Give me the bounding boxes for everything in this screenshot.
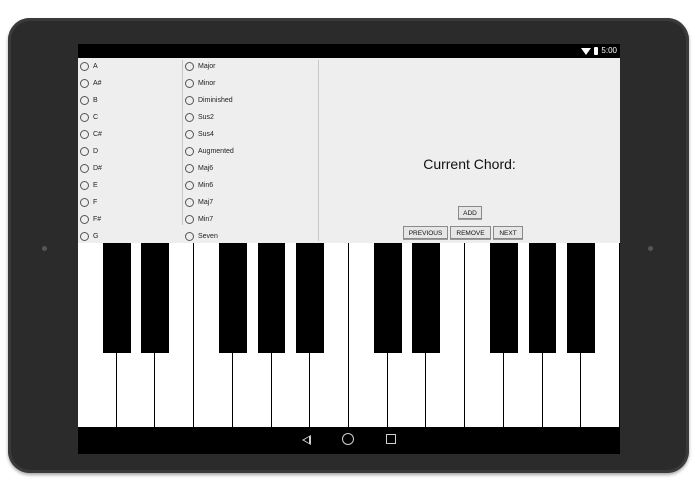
home-icon[interactable] <box>342 433 354 445</box>
status-bar: 5:00 <box>78 44 620 58</box>
black-key[interactable] <box>141 243 170 353</box>
chord-type-option-label: Maj6 <box>198 164 214 172</box>
radio-button-icon[interactable] <box>185 129 194 139</box>
piano-keyboard <box>78 243 620 427</box>
chord-type-option-label: Seven <box>198 232 218 240</box>
note-option[interactable]: C <box>80 109 98 125</box>
chord-type-option-label: Diminished <box>198 96 233 104</box>
black-key[interactable] <box>257 243 286 353</box>
navigation-bar <box>78 427 620 454</box>
note-option-label: A# <box>93 79 102 87</box>
black-key[interactable] <box>567 243 596 353</box>
chord-type-option[interactable]: Min6 <box>185 177 213 193</box>
note-option[interactable]: A <box>80 58 98 74</box>
add-button[interactable]: ADD <box>458 206 482 219</box>
chord-type-option-label: Maj7 <box>198 198 214 206</box>
radio-button-icon[interactable] <box>80 61 89 71</box>
note-option-label: B <box>93 96 98 104</box>
chord-type-option-label: Minor <box>198 79 216 87</box>
black-key[interactable] <box>528 243 557 353</box>
camera-icon <box>42 246 47 251</box>
black-key[interactable] <box>373 243 402 353</box>
radio-button-icon[interactable] <box>185 95 194 105</box>
chord-type-option[interactable]: Sus2 <box>185 109 214 125</box>
note-option[interactable]: E <box>80 177 98 193</box>
radio-button-icon[interactable] <box>80 163 89 173</box>
note-option-label: D# <box>93 164 102 172</box>
chord-type-radio-group: Major Minor Diminished Sus2 Sus4 Augmented Maj… <box>183 58 318 243</box>
chord-type-option[interactable]: Seven <box>185 228 218 244</box>
black-key[interactable] <box>218 243 247 353</box>
radio-button-icon[interactable] <box>185 112 194 122</box>
chord-type-option-label: Min7 <box>198 215 214 223</box>
chord-type-option[interactable]: Sus4 <box>185 126 214 142</box>
radio-button-icon[interactable] <box>80 146 89 156</box>
recents-icon[interactable] <box>386 434 396 444</box>
note-option-label: F# <box>93 215 102 223</box>
battery-icon <box>594 47 599 55</box>
remove-button[interactable]: REMOVE <box>450 226 491 239</box>
next-button[interactable]: NEXT <box>493 226 523 239</box>
radio-button-icon[interactable] <box>185 163 194 173</box>
chord-type-option[interactable]: Major <box>185 58 216 74</box>
chord-type-option-label: Major <box>198 62 216 70</box>
radio-button-icon[interactable] <box>185 78 194 88</box>
radio-button-icon[interactable] <box>185 180 194 190</box>
radio-button-icon[interactable] <box>80 214 89 224</box>
chord-type-option-label: Sus2 <box>198 113 214 121</box>
app-content: A A# B C C# D D# E F F# G Major Minor Diminished Sus2… <box>78 58 620 243</box>
radio-button-icon[interactable] <box>80 112 89 122</box>
radio-button-icon[interactable] <box>185 197 194 207</box>
radio-button-icon[interactable] <box>80 231 89 241</box>
radio-button-icon[interactable] <box>185 231 194 241</box>
note-radio-group: A A# B C C# D D# E F F# G <box>78 58 182 243</box>
chord-type-option[interactable]: Diminished <box>185 92 233 108</box>
radio-button-icon[interactable] <box>80 197 89 207</box>
note-option[interactable]: A# <box>80 75 102 91</box>
note-option[interactable]: F <box>80 194 97 210</box>
black-key[interactable] <box>102 243 131 353</box>
note-option-label: A <box>93 62 98 70</box>
radio-button-icon[interactable] <box>185 61 194 71</box>
chord-type-option[interactable]: Augmented <box>185 143 234 159</box>
back-icon[interactable] <box>302 435 311 445</box>
chord-type-option[interactable]: Min7 <box>185 211 213 227</box>
note-option-label: E <box>93 181 98 189</box>
note-option-label: G <box>93 232 99 240</box>
chord-type-option-label: Augmented <box>198 147 234 155</box>
sensor-icon <box>648 246 653 251</box>
chord-type-option-label: Sus4 <box>198 130 214 138</box>
note-option[interactable]: C# <box>80 126 102 142</box>
black-key[interactable] <box>489 243 518 353</box>
wifi-icon <box>581 47 592 55</box>
chord-type-option[interactable]: Maj6 <box>185 160 213 176</box>
current-chord-label: Current Chord: <box>423 156 516 172</box>
chord-type-option[interactable]: Maj7 <box>185 194 213 210</box>
chord-panel: Current Chord: ADD PREVIOUS REMOVE NEXT <box>319 58 620 243</box>
radio-button-icon[interactable] <box>80 95 89 105</box>
note-option[interactable]: D# <box>80 160 102 176</box>
note-option[interactable]: G <box>80 228 98 244</box>
radio-button-icon[interactable] <box>185 146 194 156</box>
previous-button[interactable]: PREVIOUS <box>403 226 448 239</box>
note-option[interactable]: D <box>80 143 98 159</box>
radio-button-icon[interactable] <box>80 180 89 190</box>
note-option[interactable]: B <box>80 92 98 108</box>
black-key[interactable] <box>296 243 325 353</box>
radio-button-icon[interactable] <box>80 78 89 88</box>
black-key[interactable] <box>412 243 441 353</box>
chord-type-option[interactable]: Minor <box>185 75 216 91</box>
note-option-label: C# <box>93 130 102 138</box>
note-option-label: D <box>93 147 99 155</box>
note-option-label: F <box>93 198 98 206</box>
note-option-label: C <box>93 113 99 121</box>
radio-button-icon[interactable] <box>80 129 89 139</box>
note-option[interactable]: F# <box>80 211 101 227</box>
chord-type-option-label: Min6 <box>198 181 214 189</box>
radio-button-icon[interactable] <box>185 214 194 224</box>
screen: 5:00 A A# B C C# D D# E F F# G Major Minor Diminishe… <box>78 44 620 454</box>
status-time: 5:00 <box>601 46 617 55</box>
